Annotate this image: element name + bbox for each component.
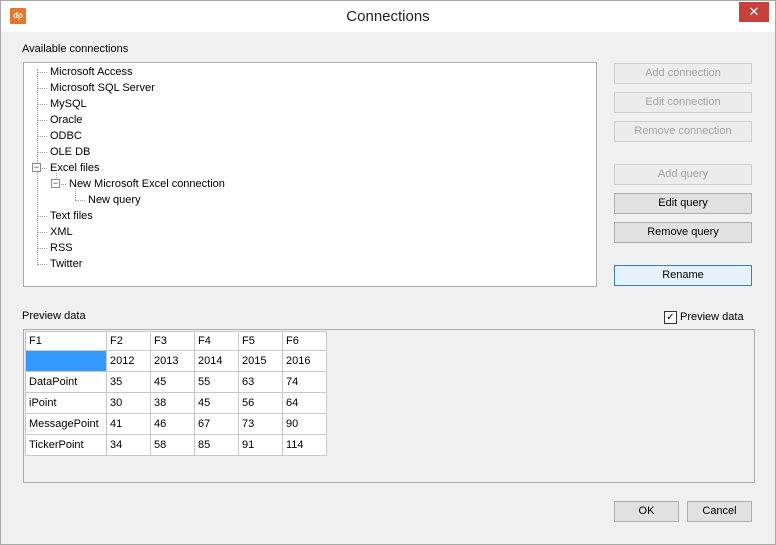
preview-data-checkbox[interactable]: ✓	[664, 311, 677, 324]
edit-connection-button[interactable]: Edit connection	[614, 92, 752, 113]
table-cell[interactable]: MessagePoint	[25, 413, 107, 435]
tree-guide-line	[37, 152, 47, 153]
window-title: Connections	[346, 8, 430, 25]
table-cell[interactable]: 90	[282, 413, 327, 435]
table-cell[interactable]: 64	[282, 392, 327, 414]
table-cell[interactable]: iPoint	[25, 392, 107, 414]
table-header-row: F1 F2 F3 F4 F5 F6	[25, 331, 327, 351]
tree-guide-line	[37, 136, 47, 137]
table-cell[interactable]: 91	[238, 434, 283, 456]
table-cell[interactable]: 2016	[282, 350, 327, 372]
table-row: DataPoint 35 45 55 63 74	[25, 371, 327, 393]
table-cell[interactable]: 34	[106, 434, 151, 456]
table-cell[interactable]: 2012	[106, 350, 151, 372]
table-cell[interactable]: 38	[150, 392, 195, 414]
table-row: 2012 2013 2014 2015 2016	[25, 350, 327, 372]
table-cell[interactable]: 2013	[150, 350, 195, 372]
tree-item-new-query[interactable]: New query	[88, 194, 141, 206]
tree-item-xml[interactable]: XML	[50, 226, 73, 238]
rename-button[interactable]: Rename	[614, 265, 752, 286]
table-cell[interactable]: 74	[282, 371, 327, 393]
tree-item-twitter[interactable]: Twitter	[50, 258, 82, 270]
tree-item-mysql[interactable]: MySQL	[50, 98, 87, 110]
table-cell[interactable]: TickerPoint	[25, 434, 107, 456]
table-cell[interactable]: 2014	[194, 350, 239, 372]
table-cell[interactable]: 35	[106, 371, 151, 393]
tree-item-microsoft-sql-server[interactable]: Microsoft SQL Server	[50, 82, 155, 94]
column-header[interactable]: F6	[282, 331, 327, 351]
table-cell[interactable]	[25, 350, 107, 372]
tree-guide-line	[37, 104, 47, 105]
column-header[interactable]: F3	[150, 331, 195, 351]
collapse-excel-connection-icon[interactable]: −	[51, 179, 60, 188]
tree-guide-line	[37, 120, 47, 121]
column-header[interactable]: F2	[106, 331, 151, 351]
preview-table[interactable]: F1 F2 F3 F4 F5 F6 2012 2013 2014 2015 20…	[25, 331, 327, 456]
tree-item-text-files[interactable]: Text files	[50, 210, 93, 222]
tree-guide-line	[37, 248, 47, 249]
tree-item-oracle[interactable]: Oracle	[50, 114, 82, 126]
connections-tree[interactable]: − − Microsoft Access Microsoft SQL Serve…	[23, 62, 597, 287]
tree-guide-line	[37, 232, 47, 233]
available-connections-label: Available connections	[22, 43, 129, 55]
table-cell[interactable]: 67	[194, 413, 239, 435]
table-cell[interactable]: 2015	[238, 350, 283, 372]
tree-item-excel-files[interactable]: Excel files	[50, 162, 100, 174]
table-cell[interactable]: 30	[106, 392, 151, 414]
table-row: MessagePoint 41 46 67 73 90	[25, 413, 327, 435]
table-row: TickerPoint 34 58 85 91 114	[25, 434, 327, 456]
table-cell[interactable]: 46	[150, 413, 195, 435]
collapse-excel-files-icon[interactable]: −	[32, 163, 41, 172]
tree-guide-line	[75, 189, 76, 200]
table-cell[interactable]: 41	[106, 413, 151, 435]
tree-item-rss[interactable]: RSS	[50, 242, 73, 254]
table-cell[interactable]: 56	[238, 392, 283, 414]
table-cell[interactable]: 73	[238, 413, 283, 435]
preview-grid-panel: F1 F2 F3 F4 F5 F6 2012 2013 2014 2015 20…	[23, 329, 755, 483]
preview-data-label: Preview data	[22, 310, 86, 322]
close-button[interactable]: ✕	[739, 2, 769, 22]
tree-item-microsoft-access[interactable]: Microsoft Access	[50, 66, 133, 78]
tree-guide-line	[37, 88, 47, 89]
table-cell[interactable]: 45	[194, 392, 239, 414]
title-bar: dp Connections ✕	[1, 1, 775, 32]
add-query-button[interactable]: Add query	[614, 164, 752, 185]
column-header[interactable]: F1	[25, 331, 107, 351]
tree-item-odbc[interactable]: ODBC	[50, 130, 82, 142]
table-cell[interactable]: DataPoint	[25, 371, 107, 393]
tree-guide-line	[37, 72, 47, 73]
table-row: iPoint 30 38 45 56 64	[25, 392, 327, 414]
table-cell[interactable]: 45	[150, 371, 195, 393]
table-cell[interactable]: 55	[194, 371, 239, 393]
tree-guide-line	[37, 264, 47, 265]
tree-item-excel-connection[interactable]: New Microsoft Excel connection	[69, 178, 225, 190]
tree-item-ole-db[interactable]: OLE DB	[50, 146, 90, 158]
column-header[interactable]: F4	[194, 331, 239, 351]
column-header[interactable]: F5	[238, 331, 283, 351]
remove-query-button[interactable]: Remove query	[614, 222, 752, 243]
table-cell[interactable]: 85	[194, 434, 239, 456]
ok-button[interactable]: OK	[614, 501, 679, 522]
connections-dialog: dp Connections ✕ Available connections −…	[0, 0, 776, 545]
tree-guide-line	[75, 200, 85, 201]
preview-data-checkbox-label[interactable]: Preview data	[680, 311, 744, 323]
tree-guide-line	[37, 216, 47, 217]
add-connection-button[interactable]: Add connection	[614, 63, 752, 84]
cancel-button[interactable]: Cancel	[687, 501, 752, 522]
remove-connection-button[interactable]: Remove connection	[614, 121, 752, 142]
table-cell[interactable]: 58	[150, 434, 195, 456]
edit-query-button[interactable]: Edit query	[614, 193, 752, 214]
table-cell[interactable]: 63	[238, 371, 283, 393]
table-cell[interactable]: 114	[282, 434, 327, 456]
